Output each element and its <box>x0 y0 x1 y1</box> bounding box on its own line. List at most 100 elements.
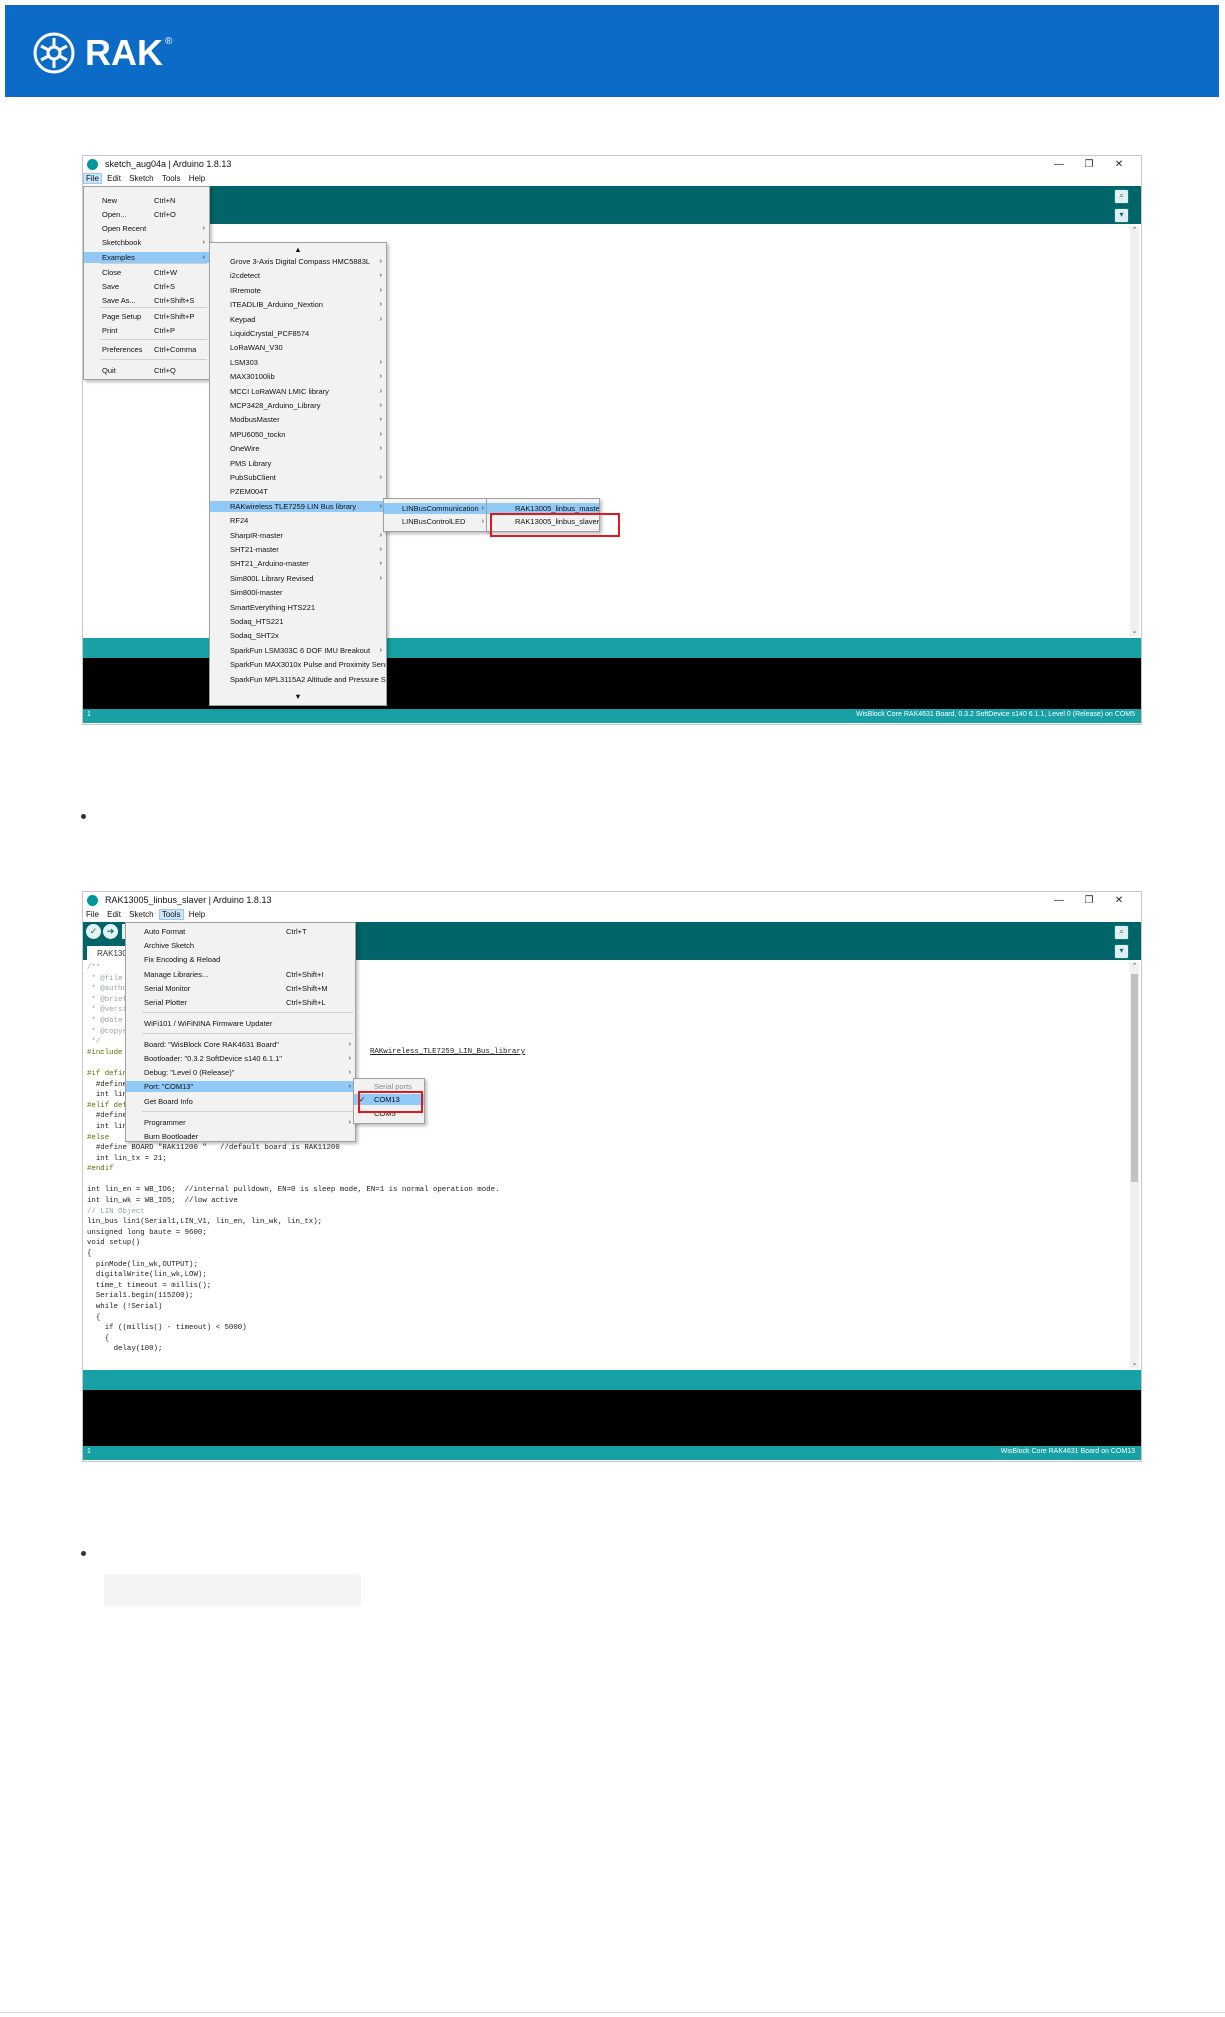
close-button[interactable]: ✕ <box>1105 892 1133 909</box>
examples-menu-item[interactable]: Grove 3-Axis Digital Compass HMC5883L › <box>210 256 386 267</box>
serial-monitor-icon[interactable]: ⌕ <box>1114 925 1129 940</box>
examples-menu-item[interactable]: MCCI LoRaWAN LMIC library › <box>210 386 386 397</box>
examples-menu-item[interactable]: ModbusMaster › <box>210 414 386 425</box>
examples-menu-item[interactable]: LiquidCrystal_PCF8574 <box>210 328 386 339</box>
code-line: int lin_en = WB_IO6; //internal pulldown… <box>87 1186 500 1195</box>
menu-file[interactable]: File <box>83 909 102 920</box>
editor-scrollbar[interactable]: ⌃ ⌄ <box>1130 962 1139 1368</box>
examples-menu-item[interactable]: SparkFun LSM303C 6 DOF IMU Breakout › <box>210 645 386 656</box>
examples-menu-item[interactable]: PZEM004T <box>210 486 386 497</box>
menu-edit[interactable]: Edit <box>104 909 124 920</box>
tools-menu-item[interactable]: Serial Plotter Ctrl+Shift+L <box>126 997 355 1008</box>
examples-menu-item[interactable]: ITEADLIB_Arduino_Nextion › <box>210 299 386 310</box>
line-number: 1 <box>87 1448 91 1455</box>
examples-menu-item[interactable]: RF24 <box>210 515 386 526</box>
file-menu-item[interactable]: Open... Ctrl+O <box>84 209 209 220</box>
menu-sketch[interactable]: Sketch <box>126 909 156 920</box>
examples-menu-item[interactable]: SparkFun MPL3115A2 Altitude and Pressure… <box>210 674 386 685</box>
examples-menu-item[interactable]: LoRaWAN_V30 <box>210 342 386 353</box>
arduino-app-icon <box>87 895 98 906</box>
menu-item-linbus-communication[interactable]: LINBusCommunication › <box>384 503 488 514</box>
tools-menu-item[interactable]: WiFi101 / WiFiNINA Firmware Updater <box>126 1018 355 1029</box>
examples-menu-item[interactable]: PMS Library <box>210 458 386 469</box>
menu-separator <box>100 307 207 308</box>
menu-file[interactable]: File <box>83 173 102 184</box>
file-menu-item[interactable]: New Ctrl+N <box>84 195 209 206</box>
scrollbar-thumb[interactable] <box>1131 974 1138 1182</box>
examples-menu-item[interactable]: SHT21_Arduino-master › <box>210 558 386 569</box>
scroll-up-icon[interactable]: ⌃ <box>1130 962 1139 971</box>
examples-menu-item[interactable]: SmartEverything HTS221 <box>210 602 386 613</box>
tools-menu-item[interactable]: Bootloader: "0.3.2 SoftDevice s140 6.1.1… <box>126 1053 355 1064</box>
examples-menu-item[interactable]: i2cdetect › <box>210 270 386 281</box>
menu-help[interactable]: Help <box>186 909 208 920</box>
tools-menu-item[interactable]: Fix Encoding & Reload <box>126 954 355 965</box>
file-menu-item[interactable]: Examples › <box>84 252 209 263</box>
file-menu-item[interactable]: Save Ctrl+S <box>84 281 209 292</box>
tools-menu-item[interactable]: Auto Format Ctrl+T <box>126 926 355 937</box>
examples-menu-item[interactable]: MAX30100lib › <box>210 371 386 382</box>
tab-menu-icon[interactable]: ▾ <box>1114 208 1129 223</box>
tools-menu-item[interactable]: Board: "WisBlock Core RAK4631 Board" › <box>126 1039 355 1050</box>
examples-menu-item[interactable]: Keypad › <box>210 314 386 325</box>
scroll-up-arrow-icon[interactable]: ▲ <box>210 244 386 255</box>
examples-menu-item[interactable]: MPU6050_tockn › <box>210 429 386 440</box>
examples-menu-item[interactable]: Sim800L Library Revised › <box>210 573 386 584</box>
examples-menu-item[interactable]: Sodaq_SHT2x <box>210 630 386 641</box>
examples-menu-item[interactable]: IRremote › <box>210 285 386 296</box>
menu-tools[interactable]: Tools <box>159 173 184 184</box>
tools-menu-item[interactable]: Serial Monitor Ctrl+Shift+M <box>126 983 355 994</box>
menu-help[interactable]: Help <box>186 173 208 184</box>
examples-menu-item[interactable]: Sim800l-master <box>210 587 386 598</box>
minimize-button[interactable]: — <box>1045 156 1073 173</box>
scroll-down-icon[interactable]: ⌄ <box>1130 1359 1139 1368</box>
examples-menu-item[interactable]: Sodaq_HTS221 <box>210 616 386 627</box>
tools-menu-item[interactable]: Burn Bootloader <box>126 1131 355 1142</box>
examples-menu-item[interactable]: SharpIR-master › <box>210 530 386 541</box>
examples-menu-item[interactable]: OneWire › <box>210 443 386 454</box>
tools-menu-item[interactable]: Port: "COM13" › <box>126 1081 355 1092</box>
serial-monitor-icon[interactable]: ⌕ <box>1114 189 1129 204</box>
file-menu-item[interactable]: Quit Ctrl+Q <box>84 365 209 376</box>
board-status: WisBlock Core RAK4631 Board, 0.3.2 SoftD… <box>856 711 1135 718</box>
menu-sketch[interactable]: Sketch <box>126 173 156 184</box>
scroll-down-icon[interactable]: ⌄ <box>1130 627 1139 636</box>
examples-menu-item[interactable]: LSM303 › <box>210 357 386 368</box>
tools-menu-item[interactable]: Debug: "Level 0 (Release)" › <box>126 1067 355 1078</box>
maximize-button[interactable]: ❐ <box>1075 156 1103 173</box>
examples-menu-item[interactable]: SHT21-master › <box>210 544 386 555</box>
tab-menu-icon[interactable]: ▾ <box>1114 944 1129 959</box>
code-line: delay(100); <box>87 1345 163 1354</box>
examples-menu-item[interactable]: SparkFun MAX3010x Pulse and Proximity Se… <box>210 659 386 670</box>
file-menu-item[interactable]: Sketchbook › <box>84 237 209 248</box>
scroll-down-arrow-icon[interactable]: ▼ <box>210 691 386 702</box>
close-button[interactable]: ✕ <box>1105 156 1133 173</box>
scroll-up-icon[interactable]: ⌃ <box>1130 226 1139 235</box>
code-line: { <box>87 1250 92 1259</box>
tools-menu-item[interactable]: Manage Libraries... Ctrl+Shift+I <box>126 969 355 980</box>
file-menu-item[interactable]: Close Ctrl+W <box>84 267 209 278</box>
file-menu-item[interactable]: Preferences Ctrl+Comma <box>84 344 209 355</box>
toolbar <box>83 186 1141 206</box>
tools-menu-item[interactable]: Programmer › <box>126 1117 355 1128</box>
examples-menu-item[interactable]: MCP3428_Arduino_Library › <box>210 400 386 411</box>
file-menu-item[interactable]: Page Setup Ctrl+Shift+P <box>84 311 209 322</box>
file-menu-item[interactable]: Print Ctrl+P <box>84 325 209 336</box>
menu-item-linbus-control-led[interactable]: LINBusControlLED › <box>384 516 488 527</box>
menu-edit[interactable]: Edit <box>104 173 124 184</box>
status-bar: 1 WisBlock Core RAK4631 Board on COM13 <box>83 1446 1141 1460</box>
menu-tools[interactable]: Tools <box>158 909 184 920</box>
minimize-button[interactable]: — <box>1045 892 1073 909</box>
file-menu-item[interactable]: Save As... Ctrl+Shift+S <box>84 295 209 306</box>
examples-menu-item[interactable]: PubSubClient › <box>210 472 386 483</box>
editor-scrollbar[interactable]: ⌃ ⌄ <box>1130 226 1139 636</box>
maximize-button[interactable]: ❐ <box>1075 892 1103 909</box>
upload-icon[interactable]: ➜ <box>103 924 118 939</box>
brand-registered-mark: ® <box>165 35 173 47</box>
tools-menu-item[interactable]: Get Board Info <box>126 1096 355 1107</box>
examples-menu-item[interactable]: RAKwireless TLE7259 LIN Bus library › <box>210 500 386 512</box>
verify-icon[interactable]: ✓ <box>86 924 101 939</box>
tools-menu-item[interactable]: Archive Sketch <box>126 940 355 951</box>
file-menu-item[interactable]: Open Recent › <box>84 223 209 234</box>
line-number: 1 <box>87 711 91 718</box>
